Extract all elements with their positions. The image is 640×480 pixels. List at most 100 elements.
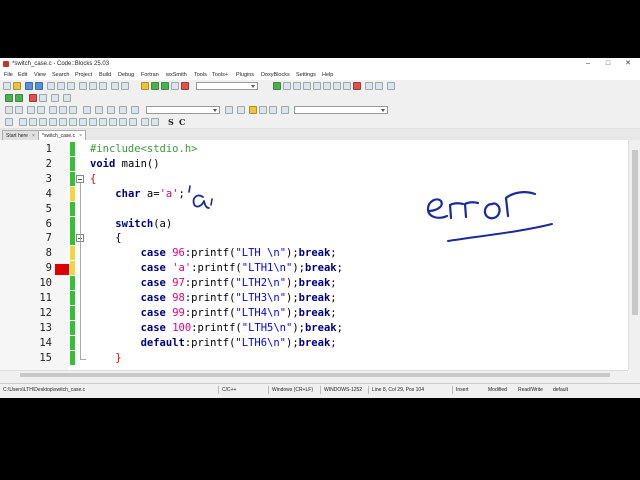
menu-wxsmith[interactable]: wxSmith (166, 70, 187, 80)
match-brace-icon[interactable] (27, 106, 35, 114)
outline-icon[interactable] (119, 118, 127, 126)
copy-icon[interactable] (89, 82, 97, 90)
prev-function-icon[interactable] (225, 106, 233, 114)
unindent-icon[interactable] (69, 106, 77, 114)
run-icon[interactable] (151, 82, 159, 90)
code-line[interactable]: } (90, 352, 121, 364)
menu-doxyblocks[interactable]: DoxyBlocks (261, 70, 290, 80)
grid-icon[interactable] (129, 118, 137, 126)
menu-view[interactable]: View (34, 70, 46, 80)
code-line[interactable]: { (90, 232, 121, 244)
search-options-icon[interactable] (281, 106, 289, 114)
clear-bookmarks-icon[interactable] (63, 94, 71, 102)
close-icon[interactable]: × (32, 133, 35, 139)
build-target-select[interactable] (196, 82, 258, 90)
menu-tools[interactable]: Tools (194, 70, 207, 80)
step-into-icon[interactable] (303, 82, 311, 90)
format-icon[interactable] (49, 106, 57, 114)
code-line[interactable]: case 97:printf("LTH2\n");break; (90, 277, 337, 289)
wrap-icon[interactable] (69, 118, 77, 126)
next-instruction-icon[interactable] (323, 82, 331, 90)
horizontal-scrollbar[interactable] (0, 370, 628, 379)
debug-icon[interactable] (273, 82, 281, 90)
next-line-icon[interactable] (293, 82, 301, 90)
undo-icon[interactable] (57, 82, 65, 90)
style-s-button[interactable]: S (168, 117, 174, 127)
code-line[interactable]: case 100:printf("LTH5\n");break; (90, 322, 343, 334)
expand-icon[interactable] (89, 118, 97, 126)
build-icon[interactable] (141, 82, 149, 90)
select-icon[interactable] (37, 106, 45, 114)
save-icon[interactable] (25, 82, 33, 90)
align-left-icon[interactable] (39, 118, 47, 126)
run-to-cursor-icon[interactable] (283, 82, 291, 90)
box-select-icon[interactable] (19, 118, 27, 126)
code-line[interactable]: case 99:printf("LTH4\n");break; (90, 307, 337, 319)
maximize-button[interactable]: □ (598, 58, 618, 70)
highlight-icon[interactable] (107, 106, 115, 114)
break-debugger-icon[interactable] (343, 82, 351, 90)
toolbar-handle-icon[interactable] (5, 118, 13, 126)
zoom-in-icon[interactable] (141, 118, 149, 126)
cut-icon[interactable] (79, 82, 87, 90)
menu-search[interactable]: Search (52, 70, 69, 80)
menu-build[interactable]: Build (99, 70, 111, 80)
jump-back-icon[interactable] (83, 106, 91, 114)
fold-toggle-icon[interactable] (76, 174, 84, 183)
shrink-icon[interactable] (79, 118, 87, 126)
abort-icon[interactable] (181, 82, 189, 90)
align-right-icon[interactable] (59, 118, 67, 126)
zoom-out-icon[interactable] (151, 118, 159, 126)
code-line[interactable]: case 'a':printf("LTH1\n");break; (90, 262, 343, 274)
paste-icon[interactable] (99, 82, 107, 90)
code-line[interactable]: case 98:printf("LTH3\n");break; (90, 292, 337, 304)
align-center-icon[interactable] (49, 118, 57, 126)
find-icon[interactable] (111, 82, 119, 90)
step-instruction-icon[interactable] (333, 82, 341, 90)
code-line[interactable]: { (90, 173, 96, 185)
breakpoint-marker[interactable] (55, 264, 69, 276)
print-icon[interactable] (47, 82, 55, 90)
forward-arrow-icon[interactable] (15, 94, 23, 102)
minimize-button[interactable]: – (578, 58, 598, 70)
scrollbar-thumb[interactable] (20, 373, 610, 377)
next-function-icon[interactable] (237, 106, 245, 114)
rebuild-icon[interactable] (171, 82, 179, 90)
fill-icon[interactable] (109, 118, 117, 126)
various-info-icon[interactable] (375, 82, 383, 90)
menu-fortran[interactable]: Fortran (141, 70, 159, 80)
code-line[interactable]: default:printf("LTH6\n");break; (90, 337, 337, 349)
menu-debug[interactable]: Debug (118, 70, 134, 80)
vertical-scrollbar[interactable] (628, 140, 640, 370)
save-all-icon[interactable] (35, 82, 43, 90)
next-marker-icon[interactable] (131, 106, 139, 114)
tab-switch-case[interactable]: *switch_case.c × (38, 130, 86, 140)
code-line[interactable]: switch(a) (90, 218, 172, 230)
menu-settings[interactable]: Settings (296, 70, 316, 80)
function-select[interactable] (294, 106, 388, 114)
search-code-icon[interactable] (249, 106, 257, 114)
debug-windows-icon[interactable] (365, 82, 373, 90)
jump-forward-icon[interactable] (95, 106, 103, 114)
replace-icon[interactable] (121, 82, 129, 90)
tab-start-here[interactable]: Start here × (2, 130, 39, 140)
build-run-icon[interactable] (161, 82, 169, 90)
lines-icon[interactable] (29, 118, 37, 126)
toggle-marker-icon[interactable] (119, 106, 127, 114)
code-line[interactable]: #include<stdio.h> (90, 143, 197, 155)
code-editor[interactable]: 1 #include<stdio.h> 2 void main() 3 {4 char a… (0, 140, 628, 370)
menu-help[interactable]: Help (322, 70, 333, 80)
close-button[interactable]: ✕ (618, 58, 638, 70)
new-file-icon[interactable] (3, 82, 11, 90)
search-next-icon[interactable] (269, 106, 277, 114)
help-icon[interactable] (387, 82, 395, 90)
menu-tools-plus[interactable]: Tools+ (212, 70, 228, 80)
step-out-icon[interactable] (313, 82, 321, 90)
prev-bookmark-icon[interactable] (39, 94, 47, 102)
menu-project[interactable]: Project (75, 70, 92, 80)
toggle-comment-icon[interactable] (5, 106, 13, 114)
scrollbar-thumb[interactable] (632, 150, 638, 315)
bookmark-toggle-icon[interactable] (29, 94, 37, 102)
uncomment-icon[interactable] (15, 106, 23, 114)
close-icon[interactable]: × (79, 133, 82, 139)
